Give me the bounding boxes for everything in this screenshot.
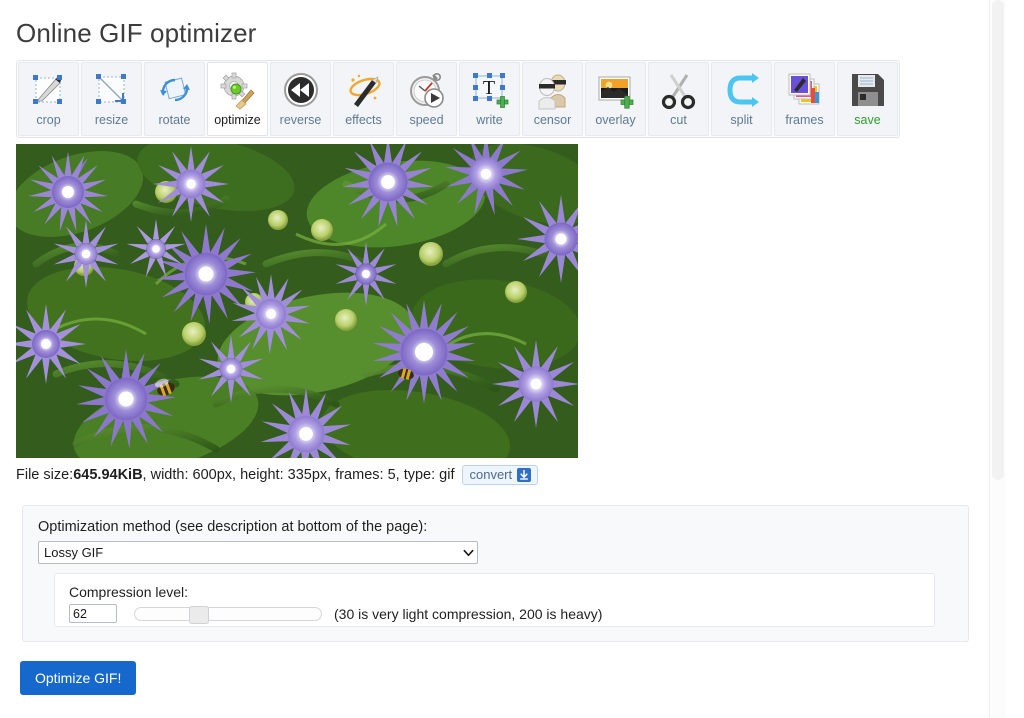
- tool-reverse[interactable]: reverse: [270, 62, 331, 136]
- optimization-panel: Optimization method (see description at …: [22, 505, 969, 642]
- tool-label: overlay: [595, 113, 636, 127]
- download-icon: [517, 467, 532, 482]
- tool-label: cut: [670, 113, 687, 127]
- tool-overlay[interactable]: overlay: [585, 62, 646, 136]
- tool-effects[interactable]: effects: [333, 62, 394, 136]
- file-size-value: 645.94KiB: [73, 467, 143, 483]
- frames-icon: [788, 73, 819, 105]
- convert-button[interactable]: convert: [462, 465, 539, 485]
- save-icon: [851, 74, 884, 106]
- optimization-method-label: Optimization method (see description at …: [38, 519, 428, 535]
- write-icon: T: [472, 73, 508, 108]
- compression-section: Compression level: (30 is very light com…: [54, 573, 935, 627]
- cut-icon: [661, 74, 695, 110]
- optimization-method-select[interactable]: Lossy GIF: [38, 541, 478, 564]
- tool-label: reverse: [279, 113, 322, 127]
- tool-resize[interactable]: resize: [81, 62, 142, 136]
- tool-speed[interactable]: speed: [396, 62, 457, 136]
- tool-label: frames: [785, 113, 824, 127]
- preview-image: [16, 144, 578, 458]
- resize-icon: [95, 74, 126, 104]
- tool-toolbar: crop resize rotate optimize reverse effe…: [16, 60, 900, 138]
- tool-label: censor: [533, 113, 572, 127]
- tool-cut[interactable]: cut: [648, 62, 709, 136]
- rotate-icon: [159, 77, 190, 102]
- effects-icon: [348, 74, 381, 107]
- page-scrollbar[interactable]: [989, 0, 1006, 718]
- page-title: Online GIF optimizer: [16, 18, 257, 48]
- tool-label: rotate: [158, 113, 191, 127]
- compression-controls: (30 is very light compression, 200 is he…: [69, 604, 603, 624]
- tool-label: resize: [94, 113, 129, 127]
- svg-text:T: T: [482, 77, 494, 99]
- slider-thumb[interactable]: [189, 605, 209, 624]
- tool-frames[interactable]: frames: [774, 62, 835, 136]
- tool-label: effects: [345, 113, 382, 127]
- slider-track[interactable]: [134, 606, 322, 621]
- censor-icon: [538, 74, 566, 110]
- file-dimensions-text: , width: 600px, height: 335px, frames: 5…: [142, 467, 455, 483]
- tool-write[interactable]: T write: [459, 62, 520, 136]
- compression-slider[interactable]: [134, 605, 322, 624]
- optimize-icon: [220, 72, 254, 110]
- file-info: File size: 645.94KiB , width: 600px, hei…: [16, 465, 539, 485]
- tool-rotate[interactable]: rotate: [144, 62, 205, 136]
- split-icon: [726, 73, 759, 107]
- tool-label: optimize: [214, 113, 261, 127]
- speed-icon: [409, 72, 444, 108]
- tool-label: save: [854, 113, 881, 127]
- tool-censor[interactable]: censor: [522, 62, 583, 136]
- tool-label: speed: [409, 113, 444, 127]
- tool-label: crop: [36, 113, 61, 127]
- compression-hint: (30 is very light compression, 200 is he…: [334, 605, 603, 622]
- page-root: Online GIF optimizer crop resize rotate …: [0, 0, 1006, 718]
- tool-label: write: [476, 113, 503, 127]
- convert-button-label: convert: [469, 467, 513, 482]
- compression-level-input[interactable]: [69, 604, 117, 623]
- tool-optimize[interactable]: optimize: [207, 62, 268, 136]
- tool-crop[interactable]: crop: [18, 62, 79, 136]
- overlay-icon: [598, 76, 633, 109]
- tool-label: split: [730, 113, 753, 127]
- crop-icon: [32, 75, 62, 104]
- gif-preview[interactable]: [16, 144, 578, 458]
- file-size-label: File size:: [16, 467, 74, 483]
- optimize-gif-button[interactable]: Optimize GIF!: [20, 661, 137, 695]
- tool-save[interactable]: save: [837, 62, 898, 136]
- tool-split[interactable]: split: [711, 62, 772, 136]
- reverse-icon: [283, 73, 318, 107]
- compression-level-label: Compression level:: [69, 584, 189, 600]
- scrollbar-thumb[interactable]: [992, 0, 1004, 480]
